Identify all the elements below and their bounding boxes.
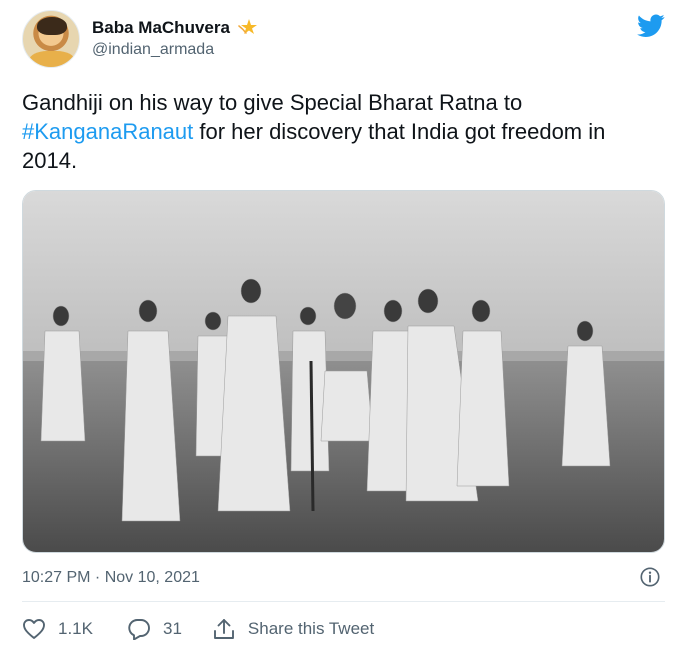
hashtag-link[interactable]: #KanganaRanaut (22, 119, 193, 144)
tweet-photo[interactable] (22, 190, 665, 553)
sparkle-star-icon (238, 19, 258, 34)
share-button[interactable]: Share this Tweet (212, 618, 374, 640)
tweet-timestamp[interactable]: 10:27 PM · Nov 10, 2021 (22, 569, 200, 587)
reply-count: 31 (162, 619, 182, 638)
avatar[interactable] (22, 10, 80, 68)
photo-image (23, 191, 664, 552)
tweet-card: Baba MaChuvera @indian_armada Gandhiji o… (0, 0, 683, 647)
like-button[interactable]: 1.1K (22, 618, 93, 640)
share-icon (213, 619, 234, 639)
divider (22, 601, 665, 602)
reply-button[interactable]: 31 (127, 618, 182, 640)
tweet-text: Gandhiji on his way to give Special Bhar… (22, 88, 662, 175)
twitter-bird-icon[interactable] (637, 14, 665, 38)
heart-icon (23, 619, 45, 639)
reply-icon (128, 619, 150, 640)
avatar-hair (37, 17, 67, 35)
action-bar: 1.1K 31 Share this Tweet (22, 615, 374, 643)
user-handle[interactable]: @indian_armada (92, 41, 259, 59)
avatar-shirt (29, 51, 75, 67)
user-info: Baba MaChuvera @indian_armada (92, 16, 259, 59)
display-name[interactable]: Baba MaChuvera (92, 18, 230, 38)
share-label: Share this Tweet (247, 619, 375, 638)
info-icon[interactable] (639, 566, 661, 588)
tweet-text-before: Gandhiji on his way to give Special Bhar… (22, 90, 523, 115)
like-count: 1.1K (58, 619, 93, 638)
